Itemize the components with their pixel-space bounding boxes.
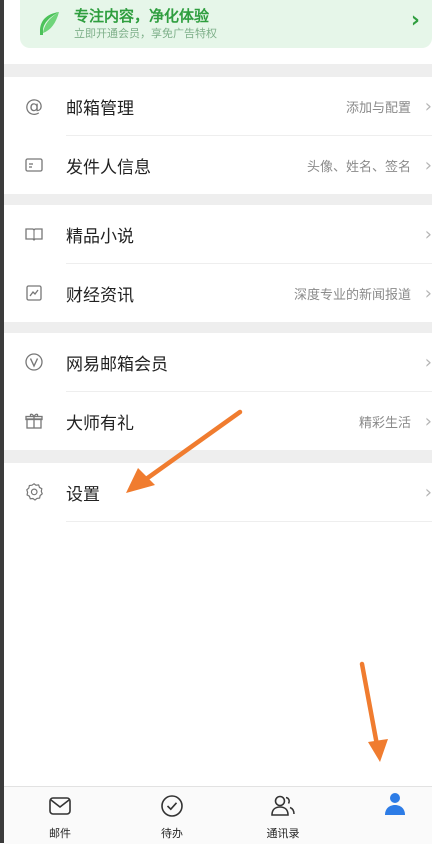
chevron-right-icon: › (424, 95, 432, 117)
menu-item-settings[interactable]: 设置 › (4, 463, 432, 521)
gift-icon (25, 413, 43, 429)
arrow-to-profile-tab (359, 661, 388, 762)
menu-item-label: 设置 (66, 484, 100, 505)
mail-icon (49, 797, 71, 815)
menu-item-finance-news[interactable]: 财经资讯 深度专业的新闻报道 › (4, 264, 432, 322)
tab-label: 邮件 (49, 827, 71, 840)
menu-item-master-gift[interactable]: 大师有礼 精彩生活 › (4, 392, 432, 450)
vip-icon (25, 353, 43, 371)
menu-item-label: 大师有礼 (66, 413, 134, 434)
menu-item-label: 财经资讯 (66, 285, 134, 306)
tab-todo[interactable]: 待办 (137, 793, 207, 841)
section-gap (4, 322, 432, 333)
menu-item-vip-membership[interactable]: 网易邮箱会员 › (4, 333, 432, 391)
tab-profile[interactable] (360, 793, 430, 825)
chevron-right-icon: › (410, 8, 420, 33)
section-gap (4, 450, 432, 463)
menu-item-label: 发件人信息 (66, 157, 151, 178)
menu-item-hint: 精彩生活 (358, 415, 411, 431)
chart-icon (26, 285, 42, 301)
chevron-right-icon: › (424, 282, 432, 304)
chevron-right-icon: › (424, 481, 432, 503)
vip-promo-banner[interactable]: 专注内容，净化体验 立即开通会员，享免广告特权 › (20, 0, 432, 48)
chevron-right-icon: › (424, 154, 432, 176)
bottom-tab-bar: 邮件 待办 通讯录 (4, 786, 432, 844)
section-gap (4, 194, 432, 205)
chevron-right-icon: › (424, 410, 432, 432)
tab-label: 通讯录 (266, 827, 300, 840)
contacts-icon (271, 795, 295, 816)
tab-label: 待办 (161, 827, 183, 840)
menu-item-label: 网易邮箱会员 (66, 354, 168, 375)
menu-item-hint: 头像、姓名、签名 (306, 159, 411, 175)
menu-item-hint: 添加与配置 (345, 100, 411, 116)
chevron-right-icon: › (424, 351, 432, 373)
menu-item-hint: 深度专业的新闻报道 (293, 287, 411, 303)
divider (66, 521, 432, 522)
menu-item-label: 精品小说 (66, 226, 134, 247)
promo-title: 专注内容，净化体验 (74, 7, 210, 25)
menu-item-label: 邮箱管理 (66, 98, 134, 119)
profile-icon (385, 793, 405, 815)
at-icon: @ (25, 95, 43, 117)
menu-item-mailbox-management[interactable]: @ 邮箱管理 添加与配置 › (4, 77, 432, 135)
menu-item-novels[interactable]: 精品小说 › (4, 205, 432, 263)
section-gap (4, 64, 432, 77)
tab-mail[interactable]: 邮件 (25, 793, 95, 841)
leaf-icon (40, 12, 59, 35)
chevron-right-icon: › (424, 223, 432, 245)
promo-subtitle: 立即开通会员，享免广告特权 (74, 27, 217, 40)
id-card-icon (25, 158, 43, 172)
tab-contacts[interactable]: 通讯录 (248, 793, 318, 841)
gear-icon (26, 483, 43, 501)
book-icon (25, 228, 43, 241)
check-circle-icon (161, 795, 183, 817)
menu-item-sender-info[interactable]: 发件人信息 头像、姓名、签名 › (4, 136, 432, 194)
